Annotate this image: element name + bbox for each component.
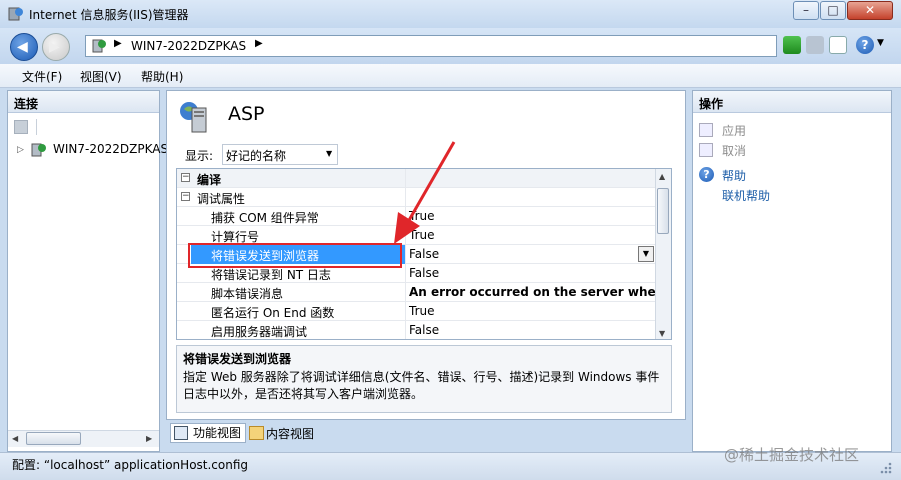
online-help-link[interactable]: 联机帮助: [722, 187, 770, 204]
column-divider: [405, 283, 406, 302]
grid-row-name: 将错误记录到 NT 日志: [211, 268, 331, 282]
description-title: 将错误发送到浏览器: [183, 352, 292, 366]
feature-title: ASP: [228, 103, 265, 125]
menu-file[interactable]: 文件(F): [22, 68, 62, 85]
grid-row[interactable]: 匿名运行 On End 函数 True: [177, 302, 657, 321]
tree-item-server[interactable]: WIN7-2022DZPKAS: [53, 142, 168, 156]
scroll-left-icon[interactable]: ◀: [12, 434, 18, 443]
home-icon[interactable]: [829, 36, 847, 54]
cancel-action[interactable]: 取消: [722, 142, 746, 159]
tree-expand-icon[interactable]: ▷: [17, 145, 24, 155]
value-dropdown-button[interactable]: ▼: [638, 246, 654, 262]
display-label: 显示:: [185, 149, 214, 163]
scroll-right-icon[interactable]: ▶: [146, 434, 152, 443]
scrollbar-thumb[interactable]: [657, 188, 669, 234]
breadcrumb-separator-icon[interactable]: ▶: [255, 38, 263, 49]
help-dropdown-icon[interactable]: ▼: [877, 38, 884, 48]
content-view-icon: [249, 426, 264, 440]
server-icon: [92, 39, 106, 53]
minimize-button[interactable]: –: [793, 1, 819, 20]
grid-row-name: 调试属性: [197, 192, 246, 206]
refresh-icon[interactable]: [783, 36, 801, 54]
grid-row-value[interactable]: An error occurred on the server when pr: [409, 285, 671, 299]
grid-row[interactable]: 脚本错误消息 An error occurred on the server w…: [177, 283, 671, 302]
annotation-arrow-icon: [394, 141, 456, 244]
back-arrow-icon: ◀: [17, 39, 28, 55]
annotation-highlight-box: [188, 243, 402, 268]
menu-view[interactable]: 视图(V): [80, 68, 122, 85]
help-icon: ?: [699, 167, 714, 182]
menu-help[interactable]: 帮助(H): [141, 68, 183, 85]
iis-app-icon: [8, 7, 23, 21]
connections-title: 连接: [14, 97, 39, 111]
column-divider: [405, 264, 406, 283]
features-view-icon: [174, 426, 188, 440]
breadcrumb-server[interactable]: WIN7-2022DZPKAS: [131, 39, 246, 53]
scroll-up-icon[interactable]: ▲: [659, 172, 665, 181]
apply-action[interactable]: 应用: [722, 122, 746, 139]
grid-row-value[interactable]: True: [409, 304, 435, 318]
chevron-down-icon[interactable]: ▼: [326, 149, 332, 158]
asp-feature-icon: [180, 102, 207, 133]
grid-row-name: 编译: [197, 173, 222, 187]
status-text: 配置: “localhost” applicationHost.config: [12, 458, 249, 472]
grid-row[interactable]: 启用服务器端调试 False: [177, 321, 657, 339]
close-button[interactable]: ✕: [847, 1, 893, 20]
grid-row-value[interactable]: False: [409, 323, 439, 337]
resize-grip-icon[interactable]: [876, 458, 894, 476]
description-text: 指定 Web 服务器除了将调试详细信息(文件名、错误、行号、描述)记录到 Win…: [183, 370, 660, 401]
toolbar-divider: [36, 119, 37, 135]
maximize-button[interactable]: □: [820, 1, 846, 20]
actions-title: 操作: [699, 97, 724, 111]
help-icon[interactable]: ?: [856, 36, 874, 54]
grid-row-name: 启用服务器端调试: [211, 325, 308, 339]
display-mode-value: 好记的名称: [226, 149, 287, 163]
scrollbar-thumb[interactable]: [26, 432, 81, 445]
stop-icon[interactable]: [806, 36, 824, 54]
breadcrumb-separator-icon[interactable]: ▶: [114, 38, 122, 49]
menu-bar: [0, 64, 901, 88]
connect-icon[interactable]: [14, 120, 28, 134]
grid-row-name: 脚本错误消息: [211, 287, 284, 301]
forward-arrow-icon: ▶: [49, 39, 60, 55]
help-link[interactable]: 帮助: [722, 167, 746, 184]
apply-icon: [699, 123, 713, 137]
forward-button[interactable]: ▶: [42, 33, 70, 61]
collapse-icon[interactable]: −: [181, 173, 190, 182]
scroll-down-icon[interactable]: ▼: [659, 329, 665, 338]
grid-row-name: 捕获 COM 组件异常: [211, 211, 319, 225]
tab-content-view[interactable]: 内容视图: [266, 425, 314, 443]
cancel-icon: [699, 143, 713, 157]
collapse-icon[interactable]: −: [181, 192, 190, 201]
back-button[interactable]: ◀: [10, 33, 38, 61]
server-icon: [31, 143, 46, 157]
window-title: Internet 信息服务(IIS)管理器: [29, 8, 189, 22]
grid-row-name: 匿名运行 On End 函数: [211, 306, 335, 320]
grid-row-value[interactable]: False: [409, 266, 439, 280]
column-divider: [405, 302, 406, 321]
watermark-text: @稀土掘金技术社区: [724, 446, 860, 464]
column-divider: [405, 321, 406, 339]
